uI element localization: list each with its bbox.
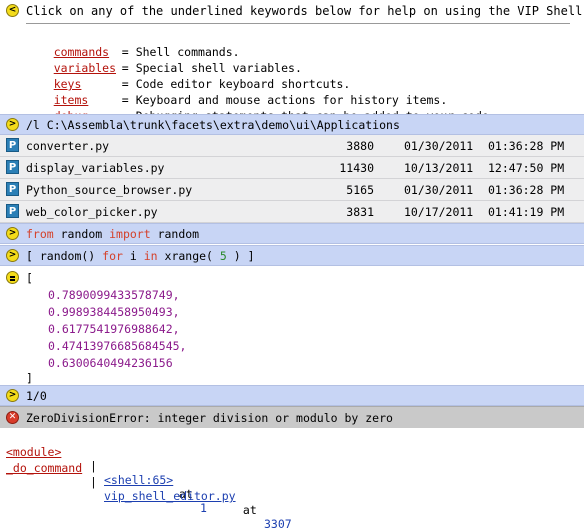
prompt-chevron-icon[interactable]: < [6,4,19,17]
error-message: ZeroDivisionError: integer division or m… [26,411,393,425]
file-time: 01:41:19 PM [488,205,565,219]
code-fragment: i [122,249,144,263]
code-fragment: xrange( [157,249,220,263]
prompt-chevron-icon[interactable]: > [6,249,19,262]
traceback-file-link[interactable]: <shell:65> [104,473,173,487]
result-value: 0.7890099433578749, [48,288,180,302]
result-close-bracket: ] [26,371,33,385]
help-header: Click on any of the underlined keywords … [26,4,584,18]
help-separator [26,23,570,24]
module-name: random [53,227,110,241]
result-equals-icon [6,271,19,284]
result-open-bracket: [ [26,271,33,285]
traceback-at: at [236,503,264,517]
traceback-separator: | [90,475,97,489]
help-row-debug: debug=Debugging statements that can be a… [26,95,496,123]
file-name[interactable]: Python_source_browser.py [26,183,192,197]
code-fragment: 1/0 [26,389,47,403]
file-time: 12:47:50 PM [488,161,565,175]
traceback-row: _do_command | vip_shell_editor.py at 330… [0,447,584,531]
file-date: 01/30/2011 [404,139,474,153]
keyword-in: in [143,249,158,263]
import-name: random [150,227,200,241]
prompt-chevron-icon[interactable]: > [6,118,19,131]
listing-command-text: /l C:\Assembla\trunk\facets\extra\demo\u… [26,118,400,132]
file-name[interactable]: converter.py [26,139,109,153]
code-fragment: [ random() [26,249,103,263]
help-row-variables: variables = Special shell variables. [53,61,302,75]
python-file-icon: P [6,138,19,152]
file-row[interactable]: P Python_source_browser.py 5165 01/30/20… [0,179,584,201]
file-row[interactable]: P display_variables.py 11430 10/13/2011 … [0,157,584,179]
result-value: 0.9989384458950493, [48,305,180,319]
keyword-from: from [26,227,54,241]
result-value: 0.6177541976988642, [48,322,180,336]
keyword-for: for [102,249,123,263]
file-row[interactable]: P converter.py 3880 01/30/2011 01:36:28 … [0,135,584,157]
file-name[interactable]: web_color_picker.py [26,205,158,219]
number-literal: 5 [219,249,227,263]
help-row-keys: keys = Code editor keyboard shortcuts. [53,77,351,91]
result-value: 0.47413976685684545, [48,339,187,353]
history-item-division-command[interactable]: > 1/0 [0,385,584,406]
file-size: 3880 [346,139,374,153]
python-file-icon: P [6,160,19,174]
error-x-icon: ✕ [6,411,19,424]
result-value: 0.6300640494236156 [48,356,173,370]
python-file-icon: P [6,204,19,218]
history-item-result[interactable]: [ 0.7890099433578749, 0.9989384458950493… [0,267,584,385]
prompt-chevron-icon[interactable]: > [6,389,19,402]
help-row-commands: commands = Shell commands. [53,45,240,59]
help-panel: < Click on any of the underlined keyword… [0,0,584,123]
file-date: 10/13/2011 [404,161,474,175]
traceback-function-link[interactable]: _do_command [6,461,82,475]
traceback-line-number: 3307 [264,517,292,531]
traceback-line-number: 1 [200,501,207,515]
import-command-text: from random import random [26,227,199,241]
history-item-comprehension-command[interactable]: > [ random() for i in xrange( 5 ) ] [0,245,584,266]
file-time: 01:36:28 PM [488,139,565,153]
prompt-chevron-icon[interactable]: > [6,227,19,240]
code-fragment: ) ] [226,249,255,263]
history-item-import-command[interactable]: > from random import random [0,223,584,244]
keyword-import: import [109,227,151,241]
file-size: 3831 [346,205,374,219]
file-date: 10/17/2011 [404,205,474,219]
file-name[interactable]: display_variables.py [26,161,164,175]
comprehension-command-text: [ random() for i in xrange( 5 ) ] [26,249,255,263]
help-row-items: items = Keyboard and mouse actions for his… [53,93,448,107]
history-item-error[interactable]: ✕ ZeroDivisionError: integer division or… [0,406,584,428]
traceback-file-link[interactable]: vip_shell_editor.py [104,489,236,503]
file-time: 01:36:28 PM [488,183,565,197]
traceback-row: <module> | <shell:65> at 1 [0,431,584,515]
division-command-text: 1/0 [26,389,47,403]
file-row[interactable]: P web_color_picker.py 3831 10/17/2011 01… [0,201,584,223]
file-size: 5165 [346,183,374,197]
file-size: 11430 [339,161,374,175]
python-file-icon: P [6,182,19,196]
history-item-listing-command[interactable]: > /l C:\Assembla\trunk\facets\extra\demo… [0,114,584,135]
file-date: 01/30/2011 [404,183,474,197]
